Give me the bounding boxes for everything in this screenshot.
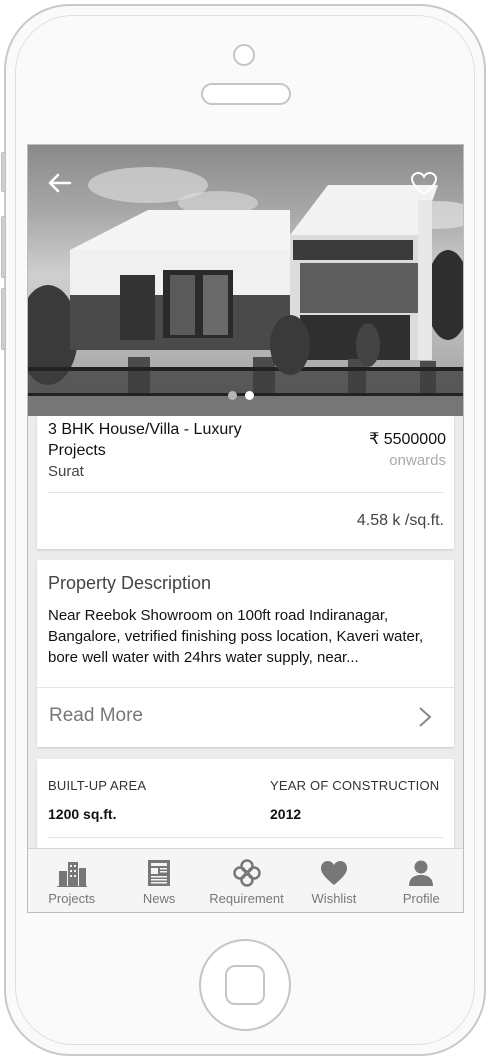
app-screen: 3 BHK House/Villa - Luxury Projects Sura… <box>27 144 464 913</box>
home-button-square-icon <box>225 965 265 1005</box>
carousel-indicator <box>228 387 262 405</box>
spec-value: 2012 <box>270 806 302 822</box>
arrow-left-icon <box>48 173 72 193</box>
nav-wishlist[interactable]: Wishlist <box>290 849 377 912</box>
bottom-navigation: Projects News Requirement Wishlist Profi… <box>28 848 463 912</box>
mute-switch <box>1 152 6 192</box>
newspaper-icon <box>148 860 171 886</box>
read-more-button[interactable]: Read More <box>37 688 454 746</box>
volume-down-button <box>1 288 6 350</box>
divider <box>48 492 443 493</box>
nav-requirement[interactable]: Requirement <box>203 849 290 912</box>
nav-news[interactable]: News <box>115 849 202 912</box>
person-icon <box>409 860 434 886</box>
listing-title: 3 BHK House/Villa - Luxury Projects <box>48 421 242 459</box>
heart-outline-icon <box>410 171 438 196</box>
section-title: Property Description <box>48 573 212 593</box>
back-button[interactable] <box>46 169 74 197</box>
buildings-icon <box>56 862 87 887</box>
read-more-label: Read More <box>49 705 143 726</box>
property-description-card: Property Description Near Reebok Showroo… <box>37 560 454 747</box>
carousel-dot[interactable] <box>228 391 237 400</box>
listing-price: ₹ 5500000 <box>369 431 446 448</box>
nav-label: Profile <box>402 891 440 906</box>
nav-label: Projects <box>48 891 96 906</box>
spec-label: YEAR OF CONSTRUCTION <box>270 778 440 793</box>
requirement-icon <box>232 859 261 887</box>
house-photo <box>28 167 463 416</box>
price-per-sqft: 4.58 k /sq.ft. <box>356 512 444 529</box>
nav-projects[interactable]: Projects <box>28 849 115 912</box>
divider <box>48 837 443 838</box>
listing-summary-card: 3 BHK House/Villa - Luxury Projects Sura… <box>37 416 454 549</box>
price-suffix: onwards <box>389 452 446 469</box>
chevron-right-icon <box>419 707 432 727</box>
camera <box>233 44 255 66</box>
heart-icon <box>320 861 347 885</box>
description-text: Near Reebok Showroom on 100ft road Indir… <box>48 607 424 666</box>
volume-up-button <box>1 216 6 278</box>
nav-label: Requirement <box>209 891 284 906</box>
favorite-button[interactable] <box>410 171 438 197</box>
listing-city: Surat <box>48 463 84 480</box>
carousel-dot-active[interactable] <box>245 391 254 400</box>
property-image-carousel[interactable] <box>28 145 463 416</box>
nav-profile[interactable]: Profile <box>378 849 463 912</box>
nav-label: News <box>142 891 176 906</box>
spec-label: BUILT-UP AREA <box>48 778 147 793</box>
speaker <box>201 83 291 105</box>
spec-value: 1200 sq.ft. <box>48 806 117 822</box>
nav-label: Wishlist <box>311 891 357 906</box>
